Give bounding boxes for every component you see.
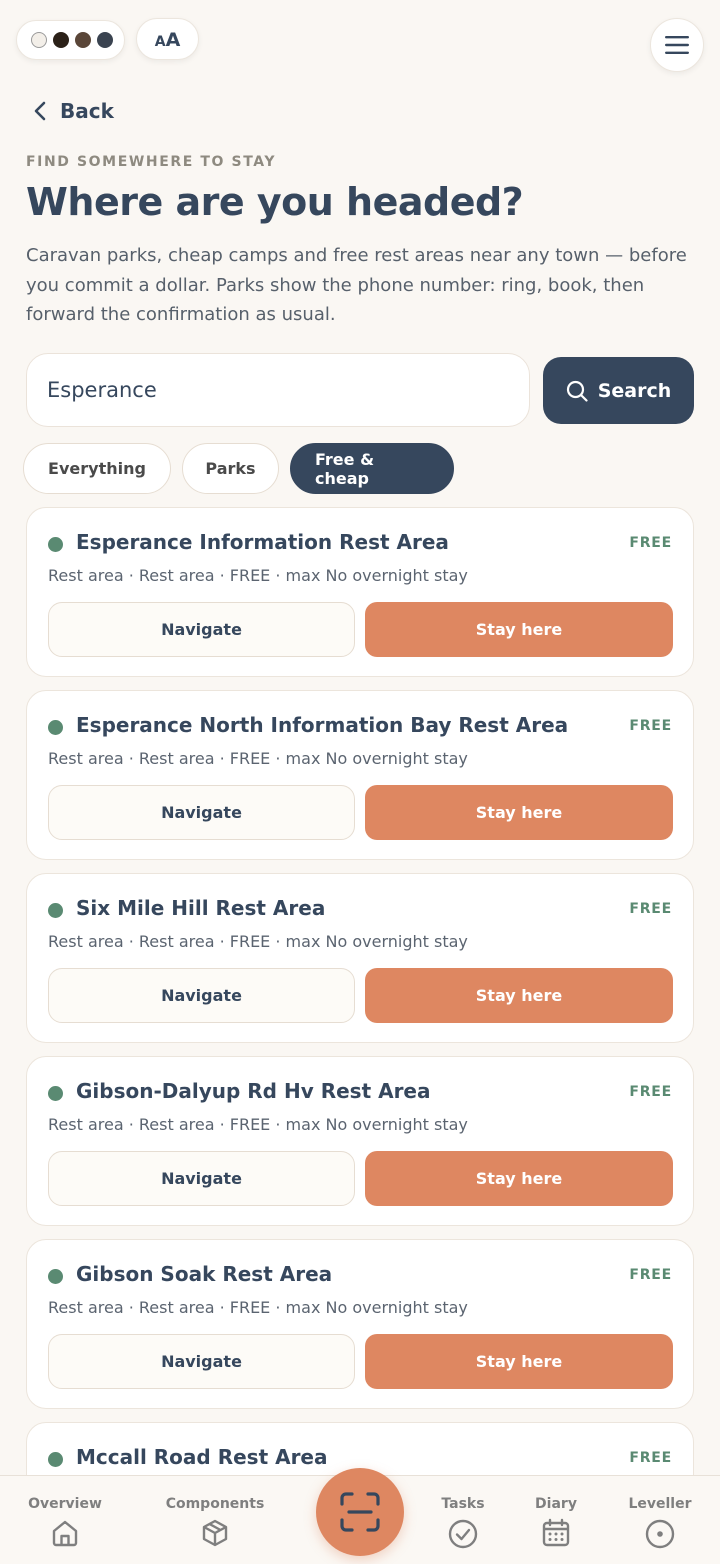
- theme-swatch-brown[interactable]: [75, 32, 91, 48]
- navigate-button[interactable]: Navigate: [48, 968, 355, 1023]
- check-circle-icon: [448, 1519, 478, 1549]
- status-dot: [48, 1086, 63, 1101]
- intro-text: Caravan parks, cheap camps and free rest…: [26, 245, 687, 325]
- nav-leveller[interactable]: Leveller: [605, 1496, 715, 1550]
- result-meta: Rest area · Rest area · FREE · max No ov…: [48, 749, 468, 768]
- price-badge: FREE: [629, 1084, 672, 1100]
- page-title: Where are you headed?: [26, 180, 524, 224]
- price-badge: FREE: [629, 1267, 672, 1283]
- results-list: Esperance Information Rest Area FREE Res…: [26, 507, 694, 1564]
- stay-here-button[interactable]: Stay here: [365, 1151, 673, 1206]
- navigate-button[interactable]: Navigate: [48, 785, 355, 840]
- price-badge: FREE: [629, 718, 672, 734]
- result-name: Gibson-Dalyup Rd Hv Rest Area: [76, 1079, 431, 1103]
- text-size-button[interactable]: A A: [136, 18, 199, 60]
- result-name: Six Mile Hill Rest Area: [76, 896, 326, 920]
- theme-swatch-slate[interactable]: [97, 32, 113, 48]
- theme-switcher[interactable]: [16, 20, 125, 60]
- filter-parks[interactable]: Parks: [182, 443, 279, 494]
- search-input[interactable]: [26, 353, 530, 427]
- scan-icon: [340, 1492, 380, 1532]
- navigate-button[interactable]: Navigate: [48, 1151, 355, 1206]
- chevron-left-icon: [34, 101, 46, 121]
- stay-here-button[interactable]: Stay here: [365, 1334, 673, 1389]
- nav-diary-label: Diary: [535, 1496, 577, 1512]
- result-name: Mccall Road Rest Area: [76, 1445, 328, 1469]
- result-card: Six Mile Hill Rest Area FREE Rest area ·…: [26, 873, 694, 1043]
- filter-everything[interactable]: Everything: [23, 443, 171, 494]
- back-label: Back: [60, 99, 114, 123]
- nav-overview-label: Overview: [28, 1496, 102, 1512]
- stay-here-button[interactable]: Stay here: [365, 785, 673, 840]
- calendar-icon: [542, 1518, 570, 1547]
- status-dot: [48, 537, 63, 552]
- home-icon: [52, 1520, 78, 1547]
- result-meta: Rest area · Rest area · FREE · max No ov…: [48, 1298, 468, 1317]
- result-meta: Rest area · Rest area · FREE · max No ov…: [48, 932, 468, 951]
- nav-diary[interactable]: Diary: [501, 1496, 611, 1548]
- price-badge: FREE: [629, 901, 672, 917]
- navigate-button[interactable]: Navigate: [48, 602, 355, 657]
- result-card: Gibson-Dalyup Rd Hv Rest Area FREE Rest …: [26, 1056, 694, 1226]
- result-name: Esperance North Information Bay Rest Are…: [76, 713, 569, 737]
- status-dot: [48, 1269, 63, 1284]
- result-meta: Rest area · Rest area · FREE · max No ov…: [48, 566, 468, 585]
- search-icon: [566, 380, 588, 402]
- stay-here-button[interactable]: Stay here: [365, 602, 673, 657]
- result-card: Esperance Information Rest Area FREE Res…: [26, 507, 694, 677]
- nav-tasks-label: Tasks: [441, 1496, 485, 1512]
- level-target-icon: [645, 1519, 675, 1549]
- nav-components[interactable]: Components: [160, 1496, 270, 1548]
- menu-button[interactable]: [650, 18, 704, 72]
- scan-button[interactable]: [316, 1468, 404, 1556]
- filter-free-cheap[interactable]: Free & cheap: [290, 443, 454, 494]
- filter-chips: Everything Parks Free & cheap: [23, 443, 454, 494]
- result-card: Esperance North Information Bay Rest Are…: [26, 690, 694, 860]
- status-dot: [48, 720, 63, 735]
- theme-swatch-espresso[interactable]: [53, 32, 69, 48]
- result-meta: Rest area · Rest area · FREE · max No ov…: [48, 1115, 468, 1134]
- text-size-large-label: A: [165, 29, 181, 51]
- nav-overview[interactable]: Overview: [10, 1496, 120, 1548]
- section-eyebrow: FIND SOMEWHERE TO STAY: [26, 154, 277, 170]
- navigate-button[interactable]: Navigate: [48, 1334, 355, 1389]
- price-badge: FREE: [629, 535, 672, 551]
- price-badge: FREE: [629, 1450, 672, 1466]
- result-card: Gibson Soak Rest Area FREE Rest area · R…: [26, 1239, 694, 1409]
- box-icon: [202, 1519, 228, 1547]
- nav-leveller-label: Leveller: [628, 1496, 692, 1512]
- result-name: Gibson Soak Rest Area: [76, 1262, 333, 1286]
- nav-components-label: Components: [165, 1496, 265, 1512]
- status-dot: [48, 903, 63, 918]
- status-dot: [48, 1452, 63, 1467]
- top-bar: A A: [16, 18, 704, 72]
- search-button-label: Search: [597, 379, 672, 402]
- result-name: Esperance Information Rest Area: [76, 530, 449, 554]
- hamburger-icon: [665, 36, 689, 54]
- theme-swatch-light[interactable]: [31, 32, 47, 48]
- back-link[interactable]: Back: [34, 96, 114, 126]
- search-button[interactable]: Search: [543, 357, 694, 424]
- stay-here-button[interactable]: Stay here: [365, 968, 673, 1023]
- text-size-small-label: A: [154, 34, 166, 50]
